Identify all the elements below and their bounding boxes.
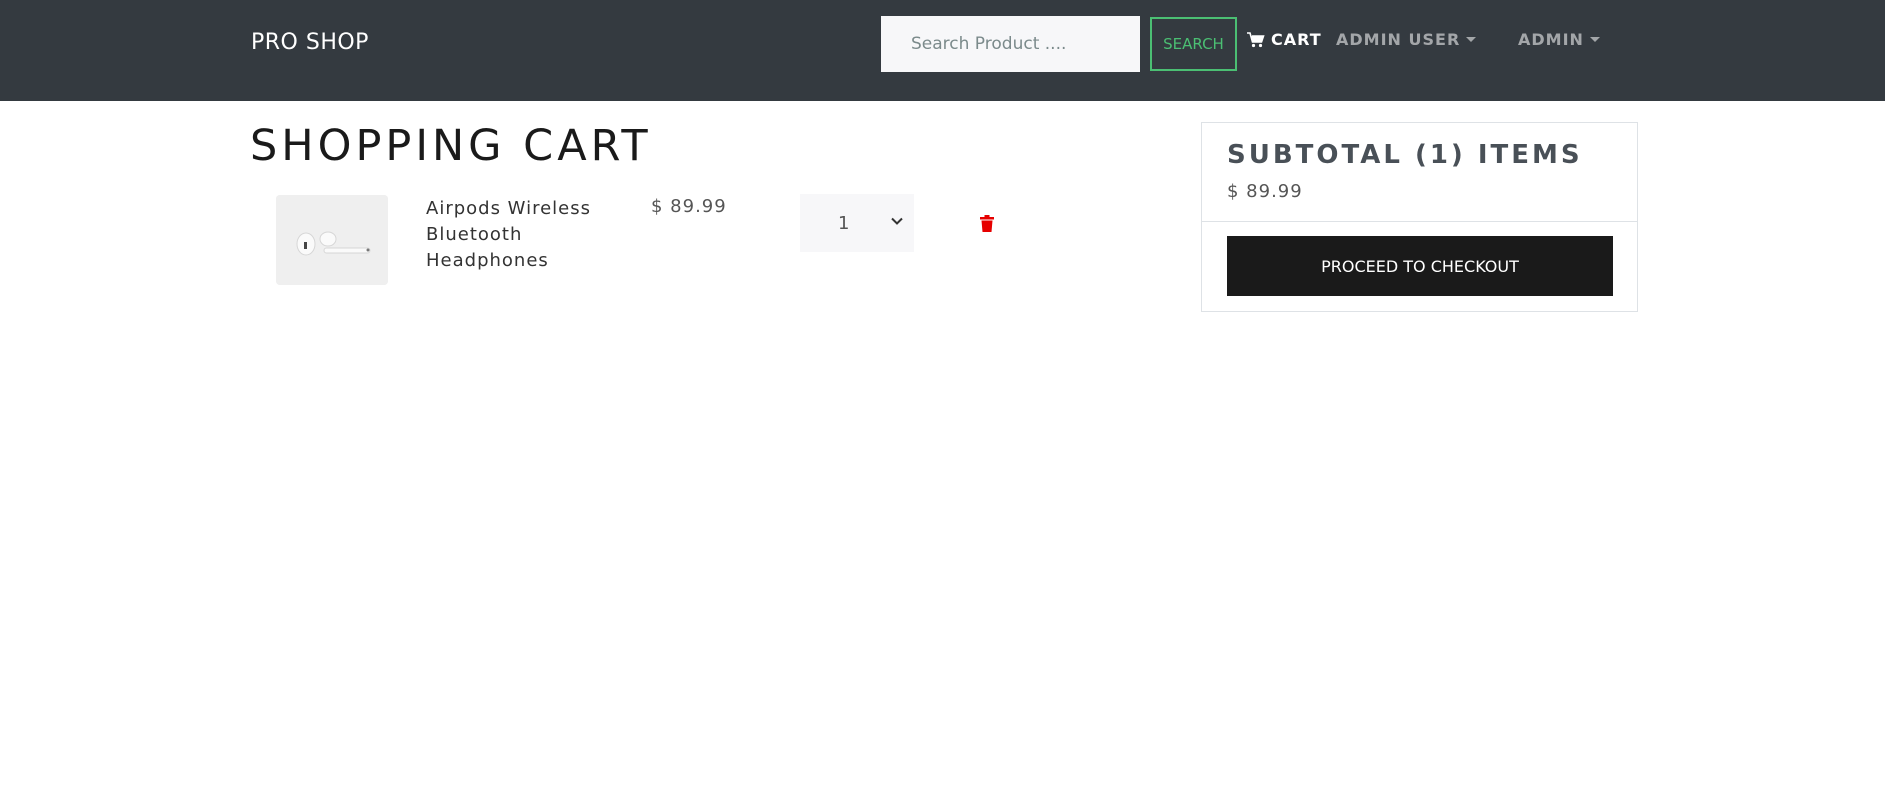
airpods-image [276, 195, 388, 285]
nav-cart-label: CART [1271, 30, 1322, 49]
search-input[interactable] [881, 16, 1140, 72]
admin-menu-dropdown[interactable]: ADMIN [1518, 30, 1600, 49]
subtotal-heading: SUBTOTAL (1) ITEMS [1227, 140, 1583, 170]
divider [1202, 221, 1637, 222]
user-menu-label: ADMIN USER [1336, 30, 1461, 49]
trash-icon[interactable] [980, 215, 994, 232]
page-title: SHOPPING CART [250, 121, 652, 171]
product-image [276, 195, 388, 285]
brand-logo[interactable]: PRO SHOP [251, 30, 369, 55]
quantity-value: 1 [838, 212, 850, 234]
nav-cart-link[interactable]: CART [1247, 30, 1322, 49]
product-name-link[interactable]: Airpods Wireless Bluetooth Headphones [426, 196, 601, 274]
user-menu-dropdown[interactable]: ADMIN USER [1336, 30, 1477, 49]
navbar: PRO SHOP SEARCH CART ADMIN USER ADMIN [0, 0, 1885, 101]
admin-menu-label: ADMIN [1518, 30, 1584, 49]
subtotal-amount: $ 89.99 [1227, 181, 1303, 202]
cart-icon [1247, 31, 1265, 47]
quantity-select[interactable]: 1 [800, 194, 914, 252]
search-button[interactable]: SEARCH [1150, 17, 1237, 71]
proceed-to-checkout-button[interactable]: PROCEED TO CHECKOUT [1227, 236, 1613, 296]
chevron-down-icon [891, 217, 903, 225]
product-price: $ 89.99 [651, 196, 727, 217]
caret-down-icon [1466, 37, 1477, 42]
caret-down-icon [1589, 37, 1600, 42]
order-summary-card: SUBTOTAL (1) ITEMS $ 89.99 PROCEED TO CH… [1201, 122, 1638, 312]
